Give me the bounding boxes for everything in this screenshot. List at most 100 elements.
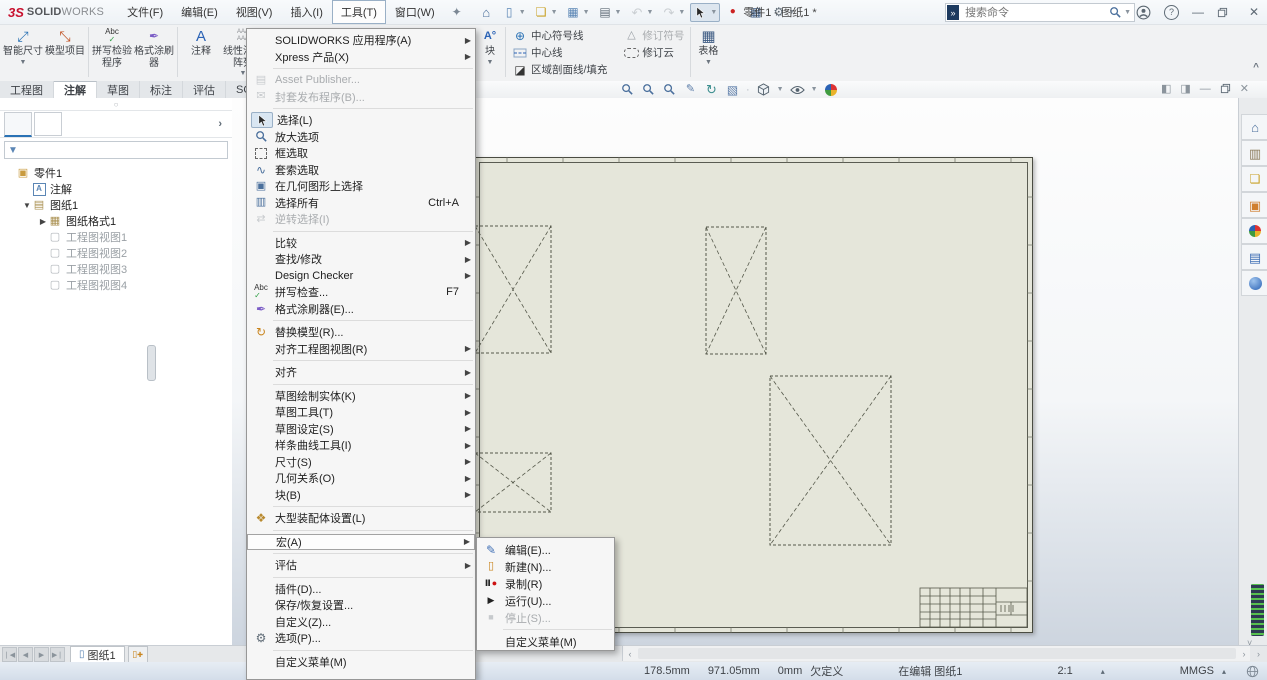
taskpane-forum-button[interactable] (1241, 270, 1267, 296)
pane-left-icon[interactable]: ◧ (1161, 82, 1171, 95)
redo-button[interactable]: ↷▼ (658, 3, 688, 22)
menu-item-块(B)[interactable]: 块(B)▶ (247, 487, 475, 504)
drawing-view-placeholder[interactable] (475, 226, 551, 353)
menu-item-套索选取[interactable]: ∿套索选取 (247, 162, 475, 179)
menu-item-几何关系(O)[interactable]: 几何关系(O)▶ (247, 470, 475, 487)
dropdown-icon[interactable]: ▼ (811, 86, 818, 93)
help-icon[interactable]: ? (1164, 5, 1179, 20)
tree-item-工程图视图3[interactable]: ▢工程图视图3 (0, 261, 232, 277)
undo-button[interactable]: ↶▼ (626, 3, 656, 22)
last-sheet-icon[interactable]: ▶❘ (50, 647, 65, 662)
dropdown-icon[interactable]: ▼ (678, 9, 685, 16)
menu-item-放大选项[interactable]: 放大选项 (247, 129, 475, 146)
scroll-left-icon[interactable]: ‹ (623, 649, 637, 659)
appearances-icon[interactable] (824, 82, 839, 97)
menu-插入(I)[interactable]: 插入(I) (281, 0, 331, 24)
tree-expander-icon[interactable]: ▼ (22, 201, 32, 210)
tab-标注[interactable]: 标注 (140, 81, 183, 98)
add-sheet-button[interactable]: ▯✚ (128, 646, 148, 663)
taskpane-view-palette-button[interactable]: ▣ (1241, 192, 1267, 218)
dropdown-icon[interactable]: ▼ (20, 59, 27, 67)
panel-expand-icon[interactable]: › (218, 118, 222, 130)
ribbon-button-修订云[interactable]: 修订云 (619, 44, 688, 61)
zoom-fit-icon[interactable] (620, 82, 635, 97)
scale-dropdown-icon[interactable]: ▴ (1101, 667, 1105, 676)
menu-item-插件(D)...[interactable]: 插件(D)... (247, 581, 475, 598)
tree-item-图纸1[interactable]: ▼▤图纸1 (0, 197, 232, 213)
tree-expander-icon[interactable]: ▶ (38, 217, 48, 226)
taskpane-home-button[interactable]: ⌂ (1241, 114, 1267, 140)
open-button[interactable]: ❏▼ (531, 3, 561, 22)
first-sheet-icon[interactable]: ❘◀ (2, 647, 17, 662)
panel-splitter[interactable]: ○ (0, 98, 232, 111)
tree-item-工程图视图4[interactable]: ▢工程图视图4 (0, 277, 232, 293)
search-dropdown-icon[interactable]: ▼ (1124, 9, 1131, 16)
menu-item-运行(U)...[interactable]: ▶运行(U)... (477, 592, 614, 609)
scrollbar-track[interactable] (638, 648, 1236, 659)
menu-item-拼写检查...[interactable]: Abc✓拼写检查...F7 (247, 284, 475, 301)
drawing-view-placeholder[interactable] (706, 227, 766, 354)
menu-item-草图工具(T)[interactable]: 草图工具(T)▶ (247, 404, 475, 421)
menu-item-草图绘制实体(K)[interactable]: 草图绘制实体(K)▶ (247, 388, 475, 405)
hide-show-items-icon[interactable] (790, 82, 805, 97)
menu-item-大型装配体设置(L)[interactable]: ❖大型装配体设置(L) (247, 510, 475, 527)
dropdown-icon[interactable]: ▼ (777, 86, 784, 93)
menu-item-录制(R)[interactable]: Ⅱ●录制(R) (477, 575, 614, 592)
zoom-in-out-icon[interactable] (662, 82, 677, 97)
scroll-right-icon[interactable]: › (1237, 649, 1251, 659)
taskpane-design-library-button[interactable]: ▥ (1241, 140, 1267, 166)
menu-item-选项(P)...[interactable]: ⚙选项(P)... (247, 630, 475, 647)
home-button[interactable]: ⌂ (476, 3, 497, 22)
tree-item-工程图视图2[interactable]: ▢工程图视图2 (0, 245, 232, 261)
menu-item-框选取[interactable]: 框选取 (247, 145, 475, 162)
save-button[interactable]: ▦▼ (563, 3, 593, 22)
menu-item-封套发布程序(B)...[interactable]: ✉封套发布程序(B)... (247, 89, 475, 106)
sheet-tab[interactable]: ▯ 图纸1 (70, 646, 125, 663)
previous-view-icon[interactable]: ↻ (704, 82, 719, 97)
unit-system[interactable]: MMGS (1180, 665, 1214, 677)
ribbon-button-拼写检验程序[interactable]: Abc✓拼写检验程序 (91, 24, 133, 69)
dropdown-icon[interactable]: ▼ (583, 9, 590, 16)
ribbon-button-智能尺寸[interactable]: ⤢智能尺寸▼ (2, 24, 44, 67)
menu-item-对齐工程图视图(R)[interactable]: 对齐工程图视图(R)▶ (247, 341, 475, 358)
minimize-icon[interactable]: — (1189, 5, 1207, 19)
close-icon[interactable]: ✕ (1240, 82, 1249, 95)
tab-工程图[interactable]: 工程图 (0, 81, 54, 98)
restore-icon[interactable] (1217, 7, 1235, 18)
ribbon-button-块[interactable]: A°块▼ (477, 24, 503, 67)
tree-item-零件1[interactable]: ▣零件1 (0, 165, 232, 181)
menu-item-自定义菜单(M)[interactable]: 自定义菜单(M) (477, 633, 614, 650)
units-dropdown-icon[interactable]: ▴ (1222, 667, 1226, 676)
taskpane-file-explorer-button[interactable]: ❏ (1241, 166, 1267, 192)
horizontal-scrollbar[interactable]: ‹ › (622, 646, 1251, 661)
tab-property-manager[interactable] (34, 112, 62, 136)
menu-item-自定义(Z)...[interactable]: 自定义(Z)... (247, 614, 475, 631)
menu-item-SOLIDWORKS 应用程序(A)[interactable]: SOLIDWORKS 应用程序(A)▶ (247, 32, 475, 49)
tree-filter-input[interactable] (21, 144, 224, 157)
restore-icon[interactable] (1220, 83, 1231, 94)
menu-item-Asset Publisher...[interactable]: ▤Asset Publisher... (247, 72, 475, 89)
menu-item-评估[interactable]: 评估▶ (247, 557, 475, 574)
dropdown-icon[interactable]: ▼ (487, 59, 494, 67)
menu-item-选择(L)[interactable]: 选择(L) (247, 112, 475, 129)
tab-草图[interactable]: 草图 (97, 81, 140, 98)
taskpane-appearances-sphere-button[interactable] (1241, 218, 1267, 244)
next-sheet-icon[interactable]: ▶ (34, 647, 49, 662)
menu-item-保存/恢复设置...[interactable]: 保存/恢复设置... (247, 597, 475, 614)
menu-item-尺寸(S)[interactable]: 尺寸(S)▶ (247, 454, 475, 471)
ribbon-button-区域剖面线/填充[interactable]: ◪区域剖面线/填充 (508, 61, 611, 78)
tree-item-图纸格式1[interactable]: ▶▦图纸格式1 (0, 213, 232, 229)
ribbon-button-中心线[interactable]: 中心线 (508, 44, 611, 61)
pane-right-icon[interactable]: ◨ (1180, 82, 1190, 95)
menu-视图(V)[interactable]: 视图(V) (227, 0, 282, 24)
menu-item-编辑(E)...[interactable]: ✎编辑(E)... (477, 541, 614, 558)
prev-sheet-icon[interactable]: ◀ (18, 647, 33, 662)
section-view-icon[interactable]: ✎ (683, 82, 698, 97)
print-button[interactable]: ▤▼ (595, 3, 625, 22)
ribbon-button-注释[interactable]: A注释 (180, 24, 222, 58)
view-settings-icon[interactable]: ▧ (725, 82, 740, 97)
menu-item-比较[interactable]: 比较▶ (247, 235, 475, 252)
tab-feature-tree[interactable] (4, 112, 32, 137)
taskpane-custom-properties-button[interactable]: ▤ (1241, 244, 1267, 270)
search-icon[interactable] (1109, 6, 1122, 19)
